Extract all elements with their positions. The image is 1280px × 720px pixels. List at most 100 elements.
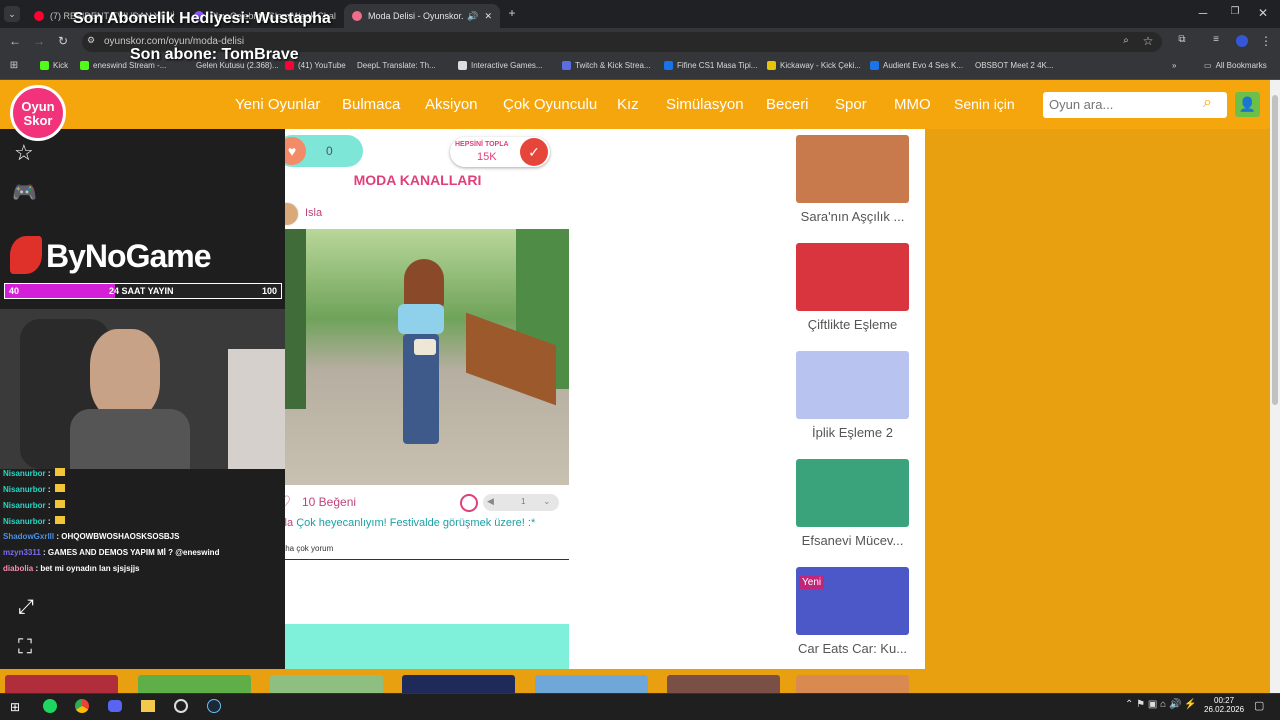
gamepad-icon[interactable]: 🎮 [12, 180, 37, 205]
nav-item[interactable]: MMO [894, 96, 931, 113]
discord-icon[interactable] [108, 700, 122, 712]
obs-icon[interactable] [174, 699, 188, 713]
bookmark-label: All Bookmarks [1215, 61, 1267, 70]
game-thumbnail[interactable] [138, 675, 251, 693]
profile-avatar[interactable] [1236, 35, 1248, 47]
close-window-icon[interactable]: ✕ [1256, 6, 1270, 20]
bookmark-item[interactable]: Kick [40, 61, 68, 70]
bookmark-item[interactable]: Twitch & Kick Strea... [562, 61, 651, 70]
webcam-feed [0, 309, 285, 469]
oyunskor-logo[interactable]: Oyun Skor [10, 85, 66, 141]
game-thumbnail[interactable] [796, 675, 909, 693]
check-icon [870, 61, 879, 70]
user-icon[interactable]: 👤 [1235, 92, 1260, 117]
spotify-icon[interactable] [43, 699, 57, 713]
more-bookmarks-icon[interactable]: » [1172, 61, 1176, 70]
nav-item[interactable]: Çok Oyunculu [503, 96, 597, 113]
progress-bar: 40 24 SAAT YAYIN 100 [4, 283, 282, 299]
divider [266, 559, 569, 560]
tray-icons[interactable]: ⌃ ⚑ ▣ ⌂ 🔊 ⚡ [1125, 699, 1197, 710]
bookmark-item[interactable]: OBSBOT Meet 2 4K... [975, 61, 1054, 70]
extensions-icon[interactable]: ⧉ [1176, 34, 1188, 45]
nav-item[interactable]: Bulmaca [342, 96, 400, 113]
post-author[interactable]: Isla [305, 207, 322, 219]
chat-message: Nisanurbor : [3, 468, 65, 478]
collect-label: HEPSİNİ TOPLA [455, 141, 509, 148]
game-thumbnail[interactable] [5, 675, 118, 693]
chat-user: Nisanurbor [3, 469, 46, 478]
game-card[interactable]: Çiftlikte Eşleme [796, 243, 909, 332]
forward-icon[interactable]: → [32, 34, 46, 48]
steam-icon[interactable] [207, 699, 221, 713]
chrome-icon[interactable] [75, 699, 89, 713]
back-icon[interactable]: ← [8, 34, 22, 48]
collect-value: 15K [477, 151, 497, 163]
game-card[interactable]: İplik Eşleme 2 [796, 351, 909, 440]
windows-start-icon[interactable]: ⊞ [10, 700, 20, 714]
gift-alert: Son Abonelik Hediyesi: Wustapha [73, 10, 331, 27]
nav-item[interactable]: Beceri [766, 96, 809, 113]
game-card[interactable]: Sara'nın Aşçılık ... [796, 135, 909, 224]
nav-item[interactable]: Senin için [954, 96, 1015, 112]
chat-message: ShadowGxrlll : OHQOWBWOSHAOSKSOSBJS [3, 532, 180, 541]
collect-all-button[interactable]: HEPSİNİ TOPLA 15K ✓ [450, 137, 550, 167]
clock[interactable]: 00:27 26.02.2026 [1204, 696, 1244, 714]
nav-item[interactable]: Aksiyon [425, 96, 478, 113]
site-info-icon[interactable]: ⚙ [86, 35, 96, 46]
menu-icon[interactable]: ⋮ [1260, 34, 1272, 48]
media-icon[interactable]: ≡ [1210, 34, 1222, 45]
search-input[interactable] [1049, 92, 1199, 116]
zoom-icon[interactable]: ⌕ [1120, 35, 1132, 46]
expand-icon[interactable]: ⤢ [18, 596, 34, 619]
game-thumbnail[interactable] [402, 675, 515, 693]
game-thumbnail[interactable] [535, 675, 648, 693]
nav-item[interactable]: Spor [835, 96, 867, 113]
emote-icon [54, 500, 65, 508]
nav-item[interactable]: Simülasyon [666, 96, 744, 113]
game-title: İplik Eşleme 2 [812, 425, 893, 440]
chat-text: GAMES AND DEMOS YAPIM Mİ ? @eneswind [47, 548, 220, 557]
bookmark-item[interactable]: Fifine CS1 Masa Tipi... [664, 61, 757, 70]
game-thumbnail[interactable] [667, 675, 780, 693]
game-thumbnail[interactable] [270, 675, 383, 693]
close-tab-icon[interactable]: ✕ [484, 11, 492, 22]
fullscreen-icon[interactable]: ⛶ [18, 636, 32, 659]
character-top [398, 304, 444, 334]
chat-user: ShadowGxrlll [3, 532, 55, 541]
all-bookmarks[interactable]: ▭ All Bookmarks [1204, 61, 1267, 70]
tab-search-button[interactable]: ⌄ [4, 6, 20, 22]
scrollbar[interactable] [1270, 80, 1280, 693]
game-card[interactable]: Yeni Car Eats Car: Ku... [796, 567, 909, 656]
scrollbar-thumb[interactable] [1272, 95, 1278, 405]
brand-logo: ByNoGame [46, 238, 211, 274]
file-explorer-icon[interactable] [141, 700, 155, 712]
oyunskor-icon [352, 11, 362, 21]
nav-item[interactable]: Yeni Oyunlar [235, 96, 320, 113]
speaker-icon[interactable]: 🔊 [467, 11, 478, 22]
bookmark-item[interactable]: Interactive Games... [458, 61, 543, 70]
bookmark-label: (41) YouTube [298, 61, 346, 70]
game-card[interactable]: Efsanevi Mücev... [796, 459, 909, 548]
apps-icon[interactable]: ⊞ [8, 60, 20, 71]
chat-user: Nisanurbor [3, 517, 46, 526]
star-icon[interactable]: ☆ [14, 140, 34, 166]
bookmark-item[interactable]: DeepL Translate: Th... [357, 61, 436, 70]
search-box[interactable]: ⌕ [1043, 92, 1227, 118]
quantity-stepper[interactable]: ◀ 1 ⌄ [483, 494, 559, 511]
arrow-left-icon[interactable]: ◀ [487, 496, 494, 507]
notification-icon[interactable]: ▢ [1254, 699, 1264, 712]
search-icon[interactable]: ⌕ [1203, 94, 1212, 112]
tab-moda-delisi[interactable]: Moda Delisi - Oyunskor.com🔊 ✕ [344, 4, 500, 28]
reload-icon[interactable]: ↻ [56, 34, 70, 48]
chat-message: Nisanurbor : [3, 500, 65, 510]
restore-icon[interactable]: ❐ [1228, 6, 1242, 17]
ring-icon [460, 494, 478, 512]
new-tab-icon[interactable]: + [505, 6, 519, 20]
minimize-icon[interactable]: ─ [1196, 6, 1210, 20]
nav-item[interactable]: Kız [617, 96, 639, 113]
bookmark-item[interactable]: Kickaway - Kick Çeki... [767, 61, 861, 70]
chevron-down-icon[interactable]: ⌄ [543, 496, 551, 507]
bookmark-star-icon[interactable]: ☆ [1142, 34, 1154, 48]
bookmark-item[interactable]: Audient Evo 4 Ses K... [870, 61, 963, 70]
chat-user: Nisanurbor [3, 485, 46, 494]
